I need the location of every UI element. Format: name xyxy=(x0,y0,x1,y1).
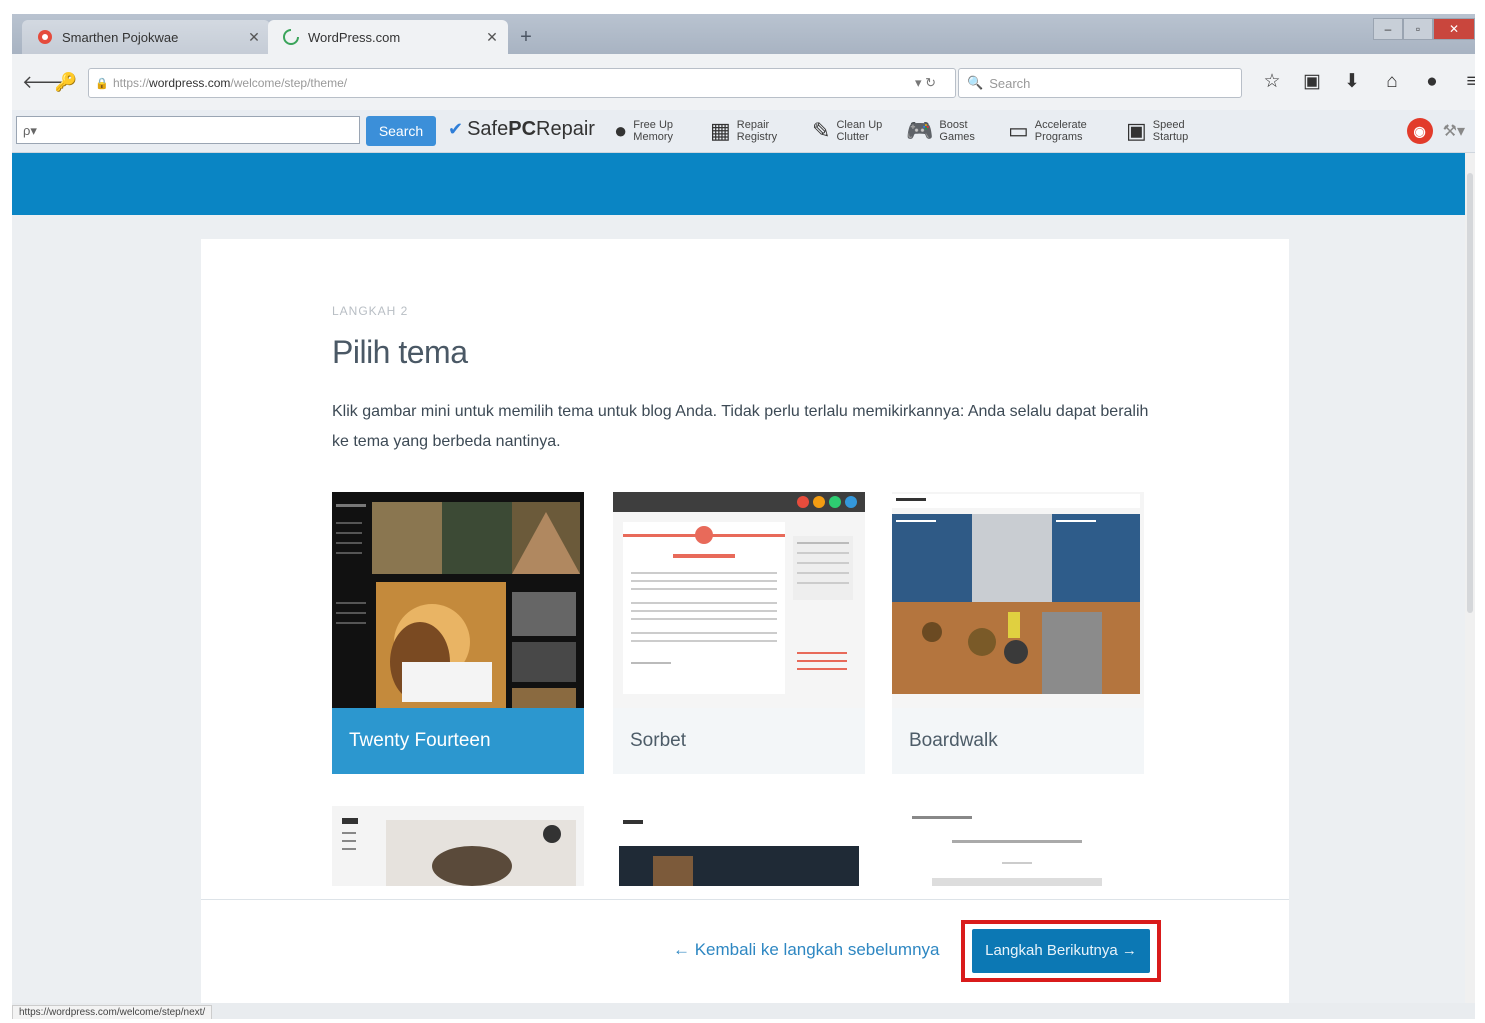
search-placeholder: Search xyxy=(989,75,1031,91)
bookmark-star-icon[interactable]: ☆ xyxy=(1252,68,1292,96)
key-icon[interactable]: 🔑 xyxy=(54,70,78,94)
minimize-button[interactable]: – xyxy=(1373,18,1403,40)
magnifier-icon: 🔍 xyxy=(967,75,984,90)
theme-row2-2[interactable] xyxy=(613,806,865,886)
page-content: LANGKAH 2 Pilih tema Klik gambar mini un… xyxy=(12,153,1475,1003)
theme-thumbnail xyxy=(892,492,1144,708)
browser-window: Smarthen Pojokwae ✕ WordPress.com ✕ + – … xyxy=(12,14,1475,1019)
close-tab-icon[interactable]: ✕ xyxy=(244,29,264,46)
url-text: https://wordpress.com/welcome/step/theme… xyxy=(113,76,348,90)
home-icon[interactable]: ⌂ xyxy=(1372,68,1412,96)
theme-thumbnail xyxy=(332,492,584,708)
tool-clean-up-clutter[interactable]: ✎ Clean Up Clutter xyxy=(812,114,882,148)
menu-icon[interactable]: ≡ xyxy=(1452,68,1475,96)
nav-icons: ☆ ▣ ⬇ ⌂ ● ≡ xyxy=(1252,68,1475,96)
broom-icon: ✎ xyxy=(812,118,831,143)
tab-title: WordPress.com xyxy=(308,29,401,45)
smarthen-favicon-icon xyxy=(36,28,54,46)
tab-strip: Smarthen Pojokwae ✕ WordPress.com ✕ + – … xyxy=(12,14,1475,54)
close-tab-icon[interactable]: ✕ xyxy=(482,29,502,46)
window-controls: – ▫ ✕ xyxy=(1373,18,1475,40)
window-icon: ▭ xyxy=(1008,118,1029,143)
theme-row2-1[interactable] xyxy=(332,806,584,886)
highlight-box: Langkah Berikutnya → xyxy=(961,920,1161,982)
back-arrow-icon[interactable]: 🡐 xyxy=(22,70,70,94)
theme-boardwalk[interactable]: Boardwalk xyxy=(892,492,1144,774)
theme-name: Boardwalk xyxy=(909,730,998,751)
theme-twenty-fourteen[interactable]: Twenty Fourteen xyxy=(332,492,584,774)
navigation-bar: 🡐 🔑 🔒 https://wordpress.com/welcome/step… xyxy=(12,54,1475,110)
vertical-scrollbar[interactable] xyxy=(1465,153,1475,1003)
browser-search-field[interactable]: 🔍 Search xyxy=(958,68,1242,98)
address-bar[interactable]: 🔒 https://wordpress.com/welcome/step/the… xyxy=(88,68,956,98)
top-banner xyxy=(12,153,1475,215)
scrollbar-thumb[interactable] xyxy=(1467,173,1473,613)
toolbar-search-button[interactable]: Search xyxy=(366,116,436,146)
theme-picker-card: LANGKAH 2 Pilih tema Klik gambar mini un… xyxy=(201,239,1289,1003)
toolbar-right: ◉ ⚒▾ xyxy=(1406,118,1465,144)
registry-icon: ▦ xyxy=(710,118,731,143)
tab-title: Smarthen Pojokwae xyxy=(62,29,179,45)
chat-icon[interactable]: ● xyxy=(1412,68,1452,96)
page-description: Klik gambar mini untuk memilih tema untu… xyxy=(332,403,1149,450)
page-title: Pilih tema xyxy=(332,334,468,370)
step-label: LANGKAH 2 xyxy=(332,304,409,318)
gamepad-icon: 🎮 xyxy=(906,118,934,143)
next-step-button[interactable]: Langkah Berikutnya → xyxy=(972,929,1150,973)
tool-free-up-memory[interactable]: ● Free Up Memory xyxy=(614,114,673,148)
theme-name: Sorbet xyxy=(630,730,686,751)
tab-wordpress[interactable]: WordPress.com ✕ xyxy=(268,20,508,54)
shield-check-icon: ✔ xyxy=(448,119,464,139)
status-bar-url: https://wordpress.com/welcome/step/next/ xyxy=(12,1005,213,1019)
download-arrow-icon[interactable]: ⬇ xyxy=(1332,68,1372,96)
wizard-action-bar: ← Kembali ke langkah sebelumnya Langkah … xyxy=(201,899,1289,1003)
startup-icon: ▣ xyxy=(1126,118,1147,143)
tool-boost-games[interactable]: 🎮 Boost Games xyxy=(906,114,975,148)
tool-speed-startup[interactable]: ▣ Speed Startup xyxy=(1126,114,1188,148)
toolbar-search-input[interactable]: ρ▾ xyxy=(16,116,360,144)
reload-icon[interactable]: ▾ ↻ xyxy=(915,75,955,91)
safepcrepair-logo[interactable]: ✔ Safe PC Repair xyxy=(448,118,595,141)
clipboard-icon[interactable]: ▣ xyxy=(1292,68,1332,96)
maximize-button[interactable]: ▫ xyxy=(1403,18,1433,40)
notification-bubble-icon[interactable]: ◉ xyxy=(1406,118,1433,144)
memory-icon: ● xyxy=(614,118,628,143)
theme-sorbet[interactable]: Sorbet xyxy=(613,492,865,774)
theme-thumbnail xyxy=(613,492,865,708)
close-window-button[interactable]: ✕ xyxy=(1433,18,1475,40)
tab-smarthen[interactable]: Smarthen Pojokwae ✕ xyxy=(22,20,270,54)
addon-toolbar: ρ▾ Search ✔ Safe PC Repair ● Free Up Memory… xyxy=(12,110,1475,153)
wrench-icon[interactable]: ⚒▾ xyxy=(1443,121,1465,141)
new-tab-button[interactable]: + xyxy=(512,24,540,50)
loading-spinner-icon xyxy=(282,28,300,46)
back-link[interactable]: ← Kembali ke langkah sebelumnya xyxy=(673,940,939,960)
theme-row2-3[interactable] xyxy=(892,806,1144,886)
lock-icon: 🔒 xyxy=(95,77,109,90)
tool-repair-registry[interactable]: ▦ Repair Registry xyxy=(710,114,777,148)
tool-accelerate-programs[interactable]: ▭ Accelerate Programs xyxy=(1008,114,1087,148)
theme-name: Twenty Fourteen xyxy=(349,730,491,751)
